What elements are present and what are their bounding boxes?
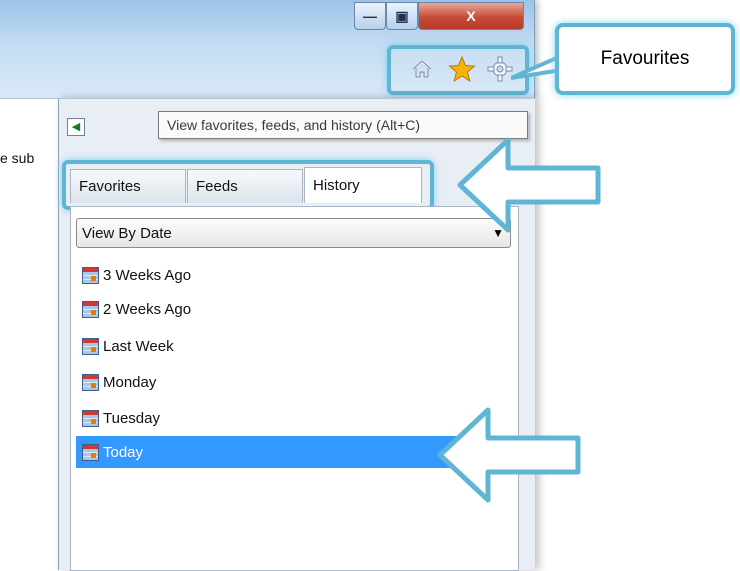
history-item-last-week[interactable]: Last Week <box>76 331 511 361</box>
history-item-2-weeks-ago[interactable]: 2 Weeks Ago <box>76 294 511 324</box>
maximize-button[interactable]: ▣ <box>386 2 418 30</box>
home-icon[interactable] <box>410 57 434 81</box>
calendar-icon <box>82 300 99 318</box>
calendar-icon <box>82 266 99 284</box>
calendar-icon <box>82 409 99 427</box>
calendar-icon <box>82 443 99 461</box>
pin-arrow-icon: ◀ <box>71 120 81 133</box>
gear-icon[interactable] <box>487 56 513 82</box>
history-item-label: Monday <box>103 373 157 391</box>
star-icon[interactable] <box>448 55 476 83</box>
history-item-3-weeks-ago[interactable]: 3 Weeks Ago <box>76 260 511 290</box>
history-item-label: Today <box>103 443 144 461</box>
view-by-dropdown[interactable]: View By Date ▼ <box>76 218 511 248</box>
close-button[interactable]: X <box>418 2 524 30</box>
pin-favorites-center-button[interactable]: ◀ <box>67 118 85 136</box>
content-text: e sub <box>0 150 35 166</box>
calendar-icon <box>82 337 99 355</box>
history-item-label: Last Week <box>103 337 174 355</box>
minimize-button[interactable]: — <box>354 2 386 30</box>
content-pane: e sub <box>0 98 58 570</box>
favourites-callout: Favourites <box>555 23 735 95</box>
calendar-icon <box>82 373 99 391</box>
tabs-pointer-arrow-icon <box>457 137 601 233</box>
history-item-label: Tuesday <box>103 409 160 427</box>
history-item-label: 3 Weeks Ago <box>103 266 192 284</box>
dropdown-selected-value: View By Date <box>82 224 172 242</box>
history-item-label: 2 Weeks Ago <box>103 300 192 318</box>
today-pointer-arrow-icon <box>437 407 581 503</box>
tabs-highlight <box>62 160 434 210</box>
history-item-monday[interactable]: Monday <box>76 367 511 397</box>
